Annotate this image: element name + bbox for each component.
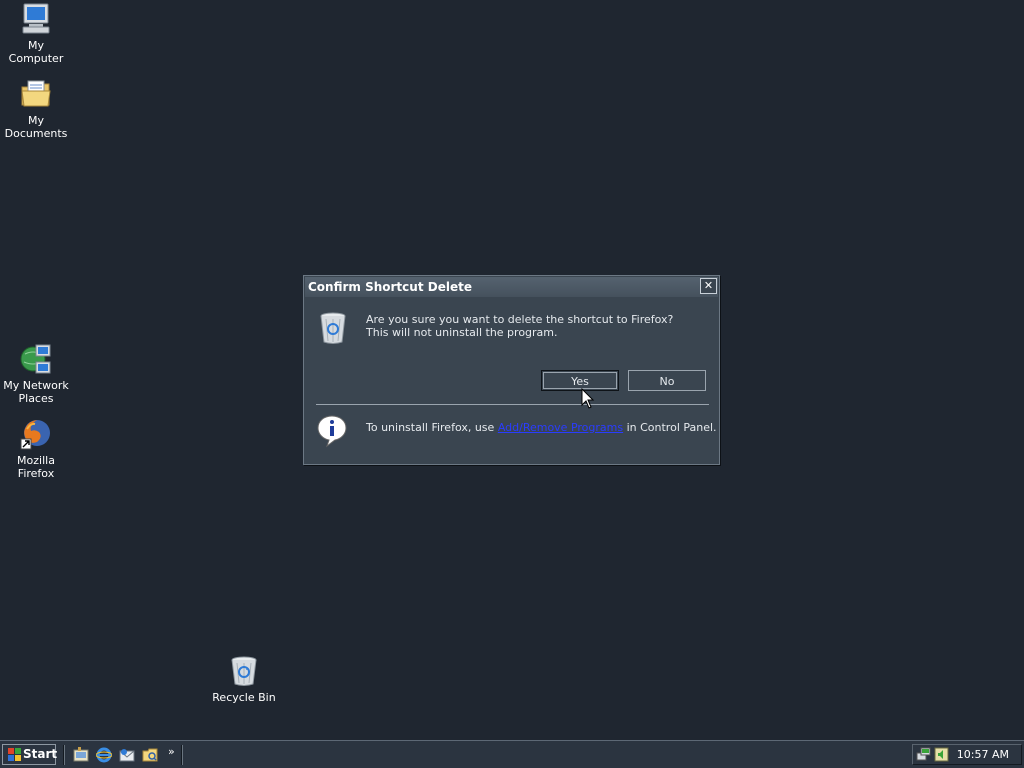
taskbar-separator <box>181 745 183 765</box>
quick-launch-more-button[interactable]: » <box>168 745 175 758</box>
desktop-icon-recycle-bin[interactable]: Recycle Bin <box>208 654 280 704</box>
network-connection-icon[interactable] <box>916 747 931 762</box>
confirm-shortcut-delete-dialog: Confirm Shortcut Delete ✕ Are you sure y… <box>303 275 720 465</box>
desktop-icon-my-computer[interactable]: My Computer <box>0 2 72 65</box>
show-desktop-icon[interactable] <box>73 747 89 763</box>
info-suffix: in Control Panel. <box>623 421 717 434</box>
desktop-icon-label: My Network Places <box>3 379 69 405</box>
internet-explorer-icon[interactable] <box>95 747 113 763</box>
my-documents-icon <box>19 77 53 111</box>
start-button[interactable]: Start <box>2 744 58 765</box>
no-button[interactable]: No <box>628 370 706 391</box>
desktop-icon-label: Recycle Bin <box>212 691 276 704</box>
windows-explorer-icon[interactable] <box>142 747 158 763</box>
network-places-icon <box>19 342 53 376</box>
desktop-icon-my-documents[interactable]: My Documents <box>0 77 72 140</box>
dialog-titlebar[interactable]: Confirm Shortcut Delete <box>305 277 718 297</box>
desktop-icon-my-network-places[interactable]: My Network Places <box>0 342 72 405</box>
desktop-icon-label: Mozilla Firefox <box>17 454 55 480</box>
dialog-message: Are you sure you want to delete the shor… <box>366 313 674 339</box>
yes-button[interactable]: Yes <box>541 370 619 391</box>
desktop-icon-mozilla-firefox[interactable]: Mozilla Firefox <box>0 417 72 480</box>
taskbar-separator <box>63 745 65 765</box>
windows-flag-icon <box>8 748 21 761</box>
recycle-bin-icon <box>227 654 261 688</box>
outlook-express-icon[interactable] <box>119 747 135 763</box>
start-label: Start <box>23 747 58 761</box>
info-icon <box>316 414 348 448</box>
firefox-icon <box>19 417 53 451</box>
add-remove-programs-link[interactable]: Add/Remove Programs <box>498 421 623 434</box>
close-button[interactable]: ✕ <box>700 278 717 294</box>
desktop-icon-label: My Documents <box>4 114 68 140</box>
system-tray: 10:57 AM <box>912 744 1022 765</box>
info-prefix: To uninstall Firefox, use <box>366 421 498 434</box>
dialog-title: Confirm Shortcut Delete <box>308 280 472 294</box>
mouse-pointer-icon <box>581 387 595 410</box>
clock[interactable]: 10:57 AM <box>957 745 1009 765</box>
uninstall-info-text: To uninstall Firefox, use Add/Remove Pro… <box>366 421 717 434</box>
dialog-separator <box>316 404 709 405</box>
close-icon: ✕ <box>703 279 714 292</box>
taskbar: Start » 10:57 AM <box>0 740 1024 768</box>
desktop-icon-label: My Computer <box>8 39 64 65</box>
volume-icon[interactable] <box>934 747 949 762</box>
my-computer-icon <box>19 2 53 36</box>
recycle-bin-icon <box>318 310 348 346</box>
